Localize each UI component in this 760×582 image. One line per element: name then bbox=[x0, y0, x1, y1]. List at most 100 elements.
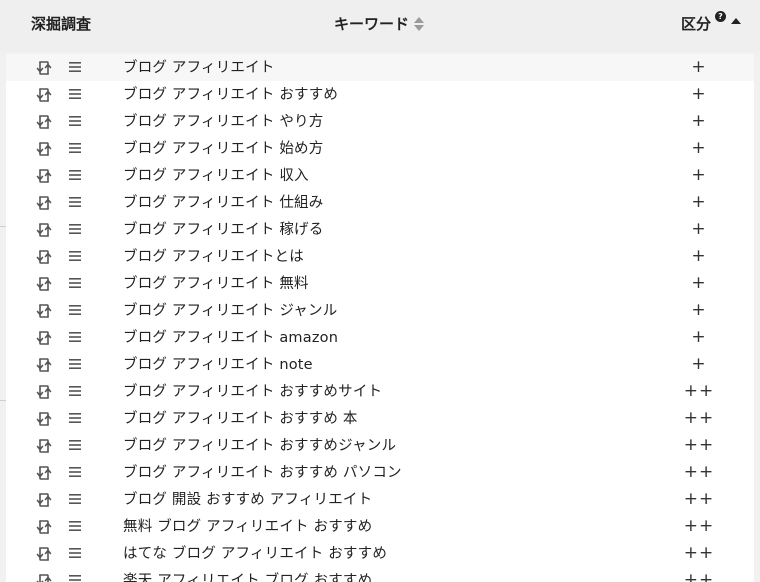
deep-dive-column-header: 深掘調査 bbox=[31, 15, 92, 33]
menu-icon[interactable] bbox=[68, 302, 82, 316]
keyword-cell: ブログ アフィリエイト おすすめジャンル bbox=[123, 438, 397, 454]
kubun-cell: ++ bbox=[683, 570, 715, 582]
keyword-cell: 無料 ブログ アフィリエイト おすすめ bbox=[123, 519, 373, 535]
menu-icon[interactable] bbox=[68, 221, 82, 235]
table-row: ブログ アフィリエイト 収入 + bbox=[6, 162, 754, 189]
menu-icon[interactable] bbox=[68, 329, 82, 343]
swap-icon[interactable] bbox=[36, 195, 52, 211]
table-row: ブログ アフィリエイト おすすめ + bbox=[6, 81, 754, 108]
keyword-cell: ブログ アフィリエイト amazon bbox=[123, 330, 339, 346]
menu-icon[interactable] bbox=[68, 167, 82, 181]
menu-icon[interactable] bbox=[68, 437, 82, 451]
swap-icon[interactable] bbox=[36, 87, 52, 103]
kubun-cell: + bbox=[691, 57, 707, 77]
table-row: ブログ アフィリエイト おすすめサイト ++ bbox=[6, 378, 754, 405]
table-row: ブログ アフィリエイト やり方 + bbox=[6, 108, 754, 135]
kubun-cell: + bbox=[691, 138, 707, 158]
kubun-cell: ++ bbox=[683, 435, 715, 455]
kubun-cell: ++ bbox=[683, 381, 715, 401]
keyword-cell: ブログ アフィリエイト 無料 bbox=[123, 276, 309, 292]
table-row: ブログ アフィリエイトとは + bbox=[6, 243, 754, 270]
menu-icon[interactable] bbox=[68, 86, 82, 100]
swap-icon[interactable] bbox=[36, 276, 52, 292]
swap-icon[interactable] bbox=[36, 546, 52, 562]
keyword-cell: ブログ アフィリエイト bbox=[123, 60, 275, 76]
swap-icon[interactable] bbox=[36, 60, 52, 76]
table-row: ブログ アフィリエイト 始め方 + bbox=[6, 135, 754, 162]
kubun-cell: + bbox=[691, 246, 707, 266]
table-row: ブログ アフィリエイト おすすめジャンル ++ bbox=[6, 432, 754, 459]
kubun-cell: ++ bbox=[683, 408, 715, 428]
swap-icon[interactable] bbox=[36, 357, 52, 373]
menu-icon[interactable] bbox=[68, 464, 82, 478]
table-row: ブログ アフィリエイト おすすめ パソコン ++ bbox=[6, 459, 754, 486]
keyword-cell: はてな ブログ アフィリエイト おすすめ bbox=[123, 546, 388, 562]
menu-icon[interactable] bbox=[68, 545, 82, 559]
kubun-cell: ++ bbox=[683, 489, 715, 509]
kubun-cell: + bbox=[691, 111, 707, 131]
kubun-cell: + bbox=[691, 354, 707, 374]
menu-icon[interactable] bbox=[68, 518, 82, 532]
menu-icon[interactable] bbox=[68, 59, 82, 73]
table-row: ブログ アフィリエイト + bbox=[6, 54, 754, 81]
keyword-cell: ブログ アフィリエイト 始め方 bbox=[123, 141, 324, 157]
swap-icon[interactable] bbox=[36, 141, 52, 157]
swap-icon[interactable] bbox=[36, 222, 52, 238]
menu-icon[interactable] bbox=[68, 113, 82, 127]
keyword-cell: ブログ アフィリエイト おすすめサイト bbox=[123, 384, 383, 400]
keyword-cell: ブログ アフィリエイト 仕組み bbox=[123, 195, 324, 211]
keyword-cell: ブログ アフィリエイト やり方 bbox=[123, 114, 324, 130]
menu-icon[interactable] bbox=[68, 356, 82, 370]
swap-icon[interactable] bbox=[36, 438, 52, 454]
swap-icon[interactable] bbox=[36, 492, 52, 508]
table-row: ブログ アフィリエイト 仕組み + bbox=[6, 189, 754, 216]
table-row: 楽天 アフィリエイト ブログ おすすめ ++ bbox=[6, 567, 754, 582]
sort-up-icon[interactable] bbox=[731, 18, 741, 24]
kubun-column-label: 区分 bbox=[681, 15, 712, 33]
swap-icon[interactable] bbox=[36, 384, 52, 400]
menu-icon[interactable] bbox=[68, 383, 82, 397]
table-row: ブログ アフィリエイト おすすめ 本 ++ bbox=[6, 405, 754, 432]
help-icon[interactable]: ? bbox=[715, 11, 726, 22]
swap-icon[interactable] bbox=[36, 114, 52, 130]
table-row: はてな ブログ アフィリエイト おすすめ ++ bbox=[6, 540, 754, 567]
swap-icon[interactable] bbox=[36, 249, 52, 265]
keyword-column-label: キーワード bbox=[334, 15, 410, 33]
table-header: 深掘調査 キーワード 区分 ? bbox=[0, 0, 760, 52]
keyword-cell: ブログ アフィリエイト 稼げる bbox=[123, 222, 324, 238]
menu-icon[interactable] bbox=[68, 491, 82, 505]
table-row: ブログ アフィリエイト 無料 + bbox=[6, 270, 754, 297]
kubun-cell: + bbox=[691, 273, 707, 293]
kubun-cell: + bbox=[691, 300, 707, 320]
swap-icon[interactable] bbox=[36, 168, 52, 184]
swap-icon[interactable] bbox=[36, 519, 52, 535]
swap-icon[interactable] bbox=[36, 411, 52, 427]
swap-icon[interactable] bbox=[36, 303, 52, 319]
table-row: ブログ アフィリエイト note + bbox=[6, 351, 754, 378]
menu-icon[interactable] bbox=[68, 572, 82, 582]
table-row: ブログ アフィリエイト 稼げる + bbox=[6, 216, 754, 243]
sort-both-icon[interactable] bbox=[413, 16, 425, 32]
kubun-cell: ++ bbox=[683, 462, 715, 482]
kubun-cell: ++ bbox=[683, 516, 715, 536]
keyword-table-body: ブログ アフィリエイト + ブログ アフィリエイト おすすめ + ブログ アフィリエイト… bbox=[6, 54, 754, 582]
keyword-cell: ブログ アフィリエイト おすすめ bbox=[123, 87, 339, 103]
swap-icon[interactable] bbox=[36, 465, 52, 481]
menu-icon[interactable] bbox=[68, 248, 82, 262]
kubun-cell: + bbox=[691, 84, 707, 104]
keyword-cell: ブログ アフィリエイト おすすめ 本 bbox=[123, 411, 358, 427]
menu-icon[interactable] bbox=[68, 275, 82, 289]
menu-icon[interactable] bbox=[68, 194, 82, 208]
keyword-cell: ブログ アフィリエイトとは bbox=[123, 249, 304, 265]
swap-icon[interactable] bbox=[36, 330, 52, 346]
keyword-column-header[interactable]: キーワード bbox=[334, 14, 425, 34]
menu-icon[interactable] bbox=[68, 410, 82, 424]
kubun-cell: + bbox=[691, 219, 707, 239]
kubun-cell: + bbox=[691, 192, 707, 212]
keyword-cell: ブログ アフィリエイト ジャンル bbox=[123, 303, 338, 319]
table-row: ブログ アフィリエイト ジャンル + bbox=[6, 297, 754, 324]
kubun-column-header[interactable]: 区分 bbox=[681, 14, 711, 34]
keyword-cell: ブログ アフィリエイト 収入 bbox=[123, 168, 309, 184]
swap-icon[interactable] bbox=[36, 573, 52, 582]
menu-icon[interactable] bbox=[68, 140, 82, 154]
